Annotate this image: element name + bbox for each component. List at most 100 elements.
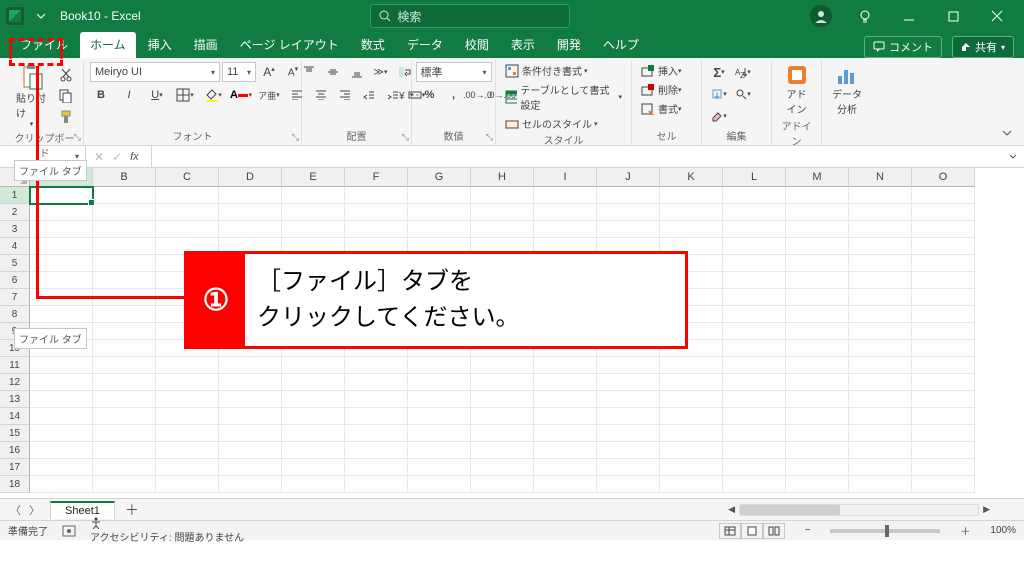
cell-C12[interactable] [156,374,219,391]
cell-A13[interactable] [30,391,93,408]
maximize-button[interactable] [932,2,974,30]
cell-J11[interactable] [597,357,660,374]
cell-H3[interactable] [471,221,534,238]
cell-M12[interactable] [786,374,849,391]
cell-D15[interactable] [219,425,282,442]
cell-N4[interactable] [849,238,912,255]
format-cells-button[interactable]: 書式▾ [638,100,685,117]
cell-N11[interactable] [849,357,912,374]
tab-review[interactable]: 校閲 [455,32,499,58]
col-header-F[interactable]: F [345,168,408,187]
row-header-2[interactable]: 2 [0,204,30,221]
col-header-O[interactable]: O [912,168,975,187]
cell-J3[interactable] [597,221,660,238]
row-header-16[interactable]: 16 [0,442,30,459]
cell-O11[interactable] [912,357,975,374]
row-header-6[interactable]: 6 [0,272,30,289]
zoom-in-button[interactable]: ＋ [960,523,970,538]
zoom-out-button[interactable]: − [805,525,811,536]
page-break-view-button[interactable] [763,523,785,539]
cell-C18[interactable] [156,476,219,493]
cell-D16[interactable] [219,442,282,459]
cell-D2[interactable] [219,204,282,221]
cell-A4[interactable] [30,238,93,255]
cell-N6[interactable] [849,272,912,289]
cell-N18[interactable] [849,476,912,493]
cell-I16[interactable] [534,442,597,459]
col-header-D[interactable]: D [219,168,282,187]
col-header-A[interactable]: A [30,168,93,187]
cell-D1[interactable] [219,187,282,204]
cell-O5[interactable] [912,255,975,272]
cell-M9[interactable] [786,323,849,340]
cell-C11[interactable] [156,357,219,374]
cell-H11[interactable] [471,357,534,374]
col-header-K[interactable]: K [660,168,723,187]
cell-K2[interactable] [660,204,723,221]
cell-F12[interactable] [345,374,408,391]
cell-O4[interactable] [912,238,975,255]
cell-I1[interactable] [534,187,597,204]
cell-J2[interactable] [597,204,660,221]
italic-button[interactable]: I [118,85,140,105]
tab-help[interactable]: ヘルプ [593,32,649,58]
font-family-select[interactable]: Meiryo UI▾ [90,62,220,82]
align-bottom-button[interactable] [346,62,368,82]
cell-L7[interactable] [723,289,786,306]
cell-A3[interactable] [30,221,93,238]
cell-L8[interactable] [723,306,786,323]
cell-B8[interactable] [93,306,156,323]
accessibility-status[interactable]: アクセシビリティ: 問題ありません [90,517,244,544]
cell-M7[interactable] [786,289,849,306]
cell-C1[interactable] [156,187,219,204]
tab-view[interactable]: 表示 [501,32,545,58]
cell-J13[interactable] [597,391,660,408]
col-header-M[interactable]: M [786,168,849,187]
cell-H2[interactable] [471,204,534,221]
cell-B4[interactable] [93,238,156,255]
clear-button[interactable]: ▾ [708,106,730,126]
sheet-nav-right[interactable]: 〉 [29,502,40,518]
row-header-1[interactable]: 1 [0,187,30,204]
cell-K17[interactable] [660,459,723,476]
cell-F17[interactable] [345,459,408,476]
cell-M15[interactable] [786,425,849,442]
cell-F15[interactable] [345,425,408,442]
percent-button[interactable]: % [419,85,441,105]
cell-H1[interactable] [471,187,534,204]
orientation-button[interactable]: ≫▾ [370,62,392,82]
comma-button[interactable]: , [443,85,465,105]
cell-B6[interactable] [93,272,156,289]
cell-L15[interactable] [723,425,786,442]
cell-F18[interactable] [345,476,408,493]
expand-formula-button[interactable] [1002,147,1024,167]
col-header-H[interactable]: H [471,168,534,187]
cell-O8[interactable] [912,306,975,323]
cell-M10[interactable] [786,340,849,357]
hscroll-thumb[interactable] [740,505,840,515]
share-button[interactable]: 共有 ▾ [952,36,1014,58]
col-header-G[interactable]: G [408,168,471,187]
cell-G12[interactable] [408,374,471,391]
cell-L2[interactable] [723,204,786,221]
zoom-slider[interactable] [830,529,940,533]
collapse-ribbon-button[interactable] [996,123,1018,143]
cell-B1[interactable] [93,187,156,204]
cell-F13[interactable] [345,391,408,408]
cell-I14[interactable] [534,408,597,425]
phonetic-button[interactable]: ア亜▾ [258,85,280,105]
cut-button[interactable] [55,65,77,85]
cell-M16[interactable] [786,442,849,459]
comments-button[interactable]: コメント [864,36,942,58]
cell-A17[interactable] [30,459,93,476]
align-left-button[interactable] [286,85,308,105]
cell-L16[interactable] [723,442,786,459]
cell-A18[interactable] [30,476,93,493]
cell-B7[interactable] [93,289,156,306]
bold-button[interactable]: B [90,85,112,105]
col-header-L[interactable]: L [723,168,786,187]
font-size-select[interactable]: 11▾ [222,62,256,82]
cell-O16[interactable] [912,442,975,459]
cell-C15[interactable] [156,425,219,442]
cell-E17[interactable] [282,459,345,476]
